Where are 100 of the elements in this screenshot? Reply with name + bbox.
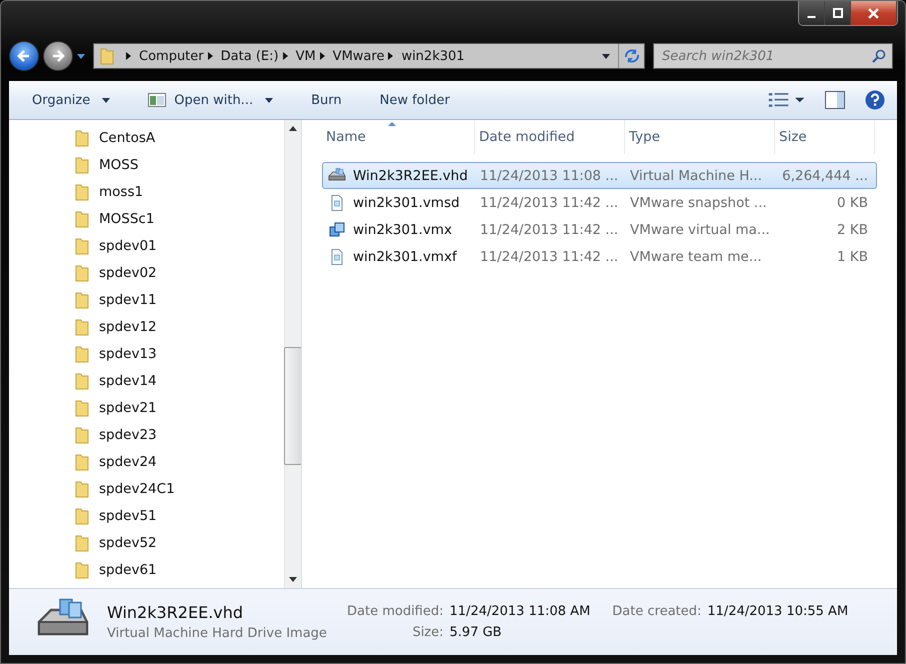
toolbar-button[interactable]: Open with... bbox=[137, 86, 284, 114]
folder-item[interactable]: spdev61 bbox=[75, 556, 284, 583]
folder-name[interactable]: spdev14 bbox=[99, 372, 157, 388]
folder-item[interactable]: spdev51 bbox=[75, 502, 284, 529]
folder-item[interactable]: MOSS bbox=[75, 151, 284, 178]
folder-name[interactable]: spdev11 bbox=[99, 292, 157, 308]
arrow-left-icon bbox=[16, 48, 32, 64]
folder-name[interactable]: spdev21 bbox=[99, 400, 157, 416]
folder-icon bbox=[75, 290, 89, 308]
search-field[interactable]: Search win2k301 bbox=[653, 43, 893, 69]
folder-item[interactable]: moss1 bbox=[75, 178, 284, 205]
minimize-button[interactable] bbox=[799, 1, 825, 25]
folder-item[interactable]: spdev21 bbox=[75, 394, 284, 421]
chevron-icon[interactable] bbox=[320, 52, 325, 60]
folder-icon bbox=[75, 480, 89, 498]
folder-item[interactable]: spdev14 bbox=[75, 367, 284, 394]
folder-name[interactable]: MOSS bbox=[99, 156, 138, 172]
scroll-down-icon[interactable] bbox=[289, 577, 297, 582]
scroll-thumb[interactable] bbox=[284, 347, 301, 465]
address-bar[interactable]: Computer Data (E:) VM VMware win2k301 bbox=[93, 43, 645, 69]
field-value: 5.97 GB bbox=[450, 625, 503, 640]
folder-icon bbox=[75, 398, 89, 416]
hard-drive-icon bbox=[327, 168, 347, 184]
folder-icon bbox=[75, 318, 89, 336]
folder-item[interactable]: spdev11 bbox=[75, 286, 284, 313]
folder-name[interactable]: MOSSc1 bbox=[99, 210, 154, 226]
folder-name[interactable]: spdev52 bbox=[99, 534, 157, 550]
scrollbar[interactable] bbox=[284, 120, 301, 588]
folder-name[interactable]: spdev02 bbox=[99, 264, 157, 280]
folder-name[interactable]: spdev61 bbox=[99, 562, 157, 578]
column-header[interactable]: Name bbox=[322, 120, 475, 154]
refresh-icon bbox=[624, 48, 640, 64]
folder-item[interactable]: spdev02 bbox=[75, 259, 284, 286]
folder-name[interactable]: spdev51 bbox=[99, 508, 157, 524]
folder-name[interactable]: spdev24C1 bbox=[99, 480, 175, 496]
scroll-up-icon[interactable] bbox=[289, 126, 297, 131]
file-row[interactable]: win2k301.vmsd 11/24/2013 11:42 ... VMware snapshot ... 0 KB bbox=[322, 189, 877, 216]
folder-name[interactable]: spdev01 bbox=[99, 238, 157, 254]
file-row[interactable]: win2k301.vmx 11/24/2013 11:42 ... VMware virtual ma... 2 KB bbox=[322, 216, 877, 243]
back-button[interactable] bbox=[9, 41, 39, 71]
chevron-icon[interactable] bbox=[388, 52, 394, 60]
file-name: win2k301.vmxf bbox=[353, 248, 457, 264]
breadcrumb[interactable]: win2k301 bbox=[401, 48, 465, 64]
folder-icon bbox=[75, 344, 89, 362]
table-cell-text: 0 KB bbox=[836, 194, 869, 210]
toolbar-button[interactable]: Burn bbox=[300, 86, 353, 114]
folder-name[interactable]: spdev12 bbox=[99, 318, 157, 334]
file-name: win2k301.vmsd bbox=[353, 194, 460, 210]
search-icon bbox=[872, 49, 886, 63]
file-row[interactable]: Win2k3R2EE.vhd 11/24/2013 11:08 ... Virtual Machine H... 6,264,444 ... bbox=[322, 162, 877, 189]
folder-icon bbox=[75, 426, 89, 444]
toolbar-button[interactable]: New folder bbox=[368, 86, 461, 114]
folder-item[interactable]: spdev52 bbox=[75, 529, 284, 556]
folder-name[interactable]: spdev23 bbox=[99, 426, 157, 442]
dropdown-icon[interactable] bbox=[602, 54, 610, 58]
folder-icon bbox=[75, 506, 89, 524]
breadcrumb[interactable]: Data (E:) bbox=[220, 48, 279, 64]
folder-icon bbox=[75, 156, 89, 174]
folder-item[interactable]: spdev01 bbox=[75, 232, 284, 259]
maximize-button[interactable] bbox=[825, 1, 851, 25]
table-cell-text: VMware snapshot ... bbox=[629, 194, 768, 210]
folder-item[interactable]: spdev23 bbox=[75, 421, 284, 448]
folder-item[interactable]: spdev12 bbox=[75, 313, 284, 340]
overlapping-squares-icon bbox=[327, 222, 347, 238]
folder-item[interactable]: spdev13 bbox=[75, 340, 284, 367]
chevron-icon[interactable] bbox=[282, 52, 288, 60]
file-row[interactable]: win2k301.vmxf 11/24/2013 11:42 ... VMware team me... 1 KB bbox=[322, 243, 877, 270]
folder-name[interactable]: CentosA bbox=[99, 130, 156, 146]
caret-icon[interactable] bbox=[77, 54, 85, 58]
column-header[interactable]: Date modified bbox=[475, 120, 625, 154]
breadcrumb[interactable]: Computer bbox=[139, 48, 204, 64]
table-cell-text: Virtual Machine H... bbox=[629, 168, 763, 184]
chevron-icon[interactable] bbox=[126, 52, 131, 60]
folder-name[interactable]: spdev24 bbox=[99, 454, 157, 470]
forward-button[interactable] bbox=[43, 41, 73, 71]
folder-item[interactable]: spdev24C1 bbox=[75, 475, 284, 502]
field-value: 11/24/2013 10:55 AM bbox=[707, 604, 848, 619]
folder-icon bbox=[75, 372, 89, 390]
folder-icon bbox=[75, 534, 89, 552]
column-header[interactable]: Size bbox=[775, 120, 875, 154]
file-type: Virtual Machine Hard Drive Image bbox=[107, 626, 328, 641]
table-cell-text: 1 KB bbox=[836, 248, 869, 264]
folder-name[interactable]: moss1 bbox=[99, 184, 144, 200]
table-cell-text: 11/24/2013 11:42 ... bbox=[479, 248, 620, 264]
close-button[interactable] bbox=[851, 1, 897, 25]
close-icon bbox=[868, 8, 879, 18]
breadcrumb[interactable]: VM bbox=[296, 48, 316, 64]
table-cell-text: 11/24/2013 11:08 ... bbox=[479, 168, 620, 184]
folder-name[interactable]: spdev13 bbox=[99, 346, 157, 362]
folder-item[interactable]: spdev24 bbox=[75, 448, 284, 475]
chevron-icon[interactable] bbox=[208, 52, 213, 60]
folder-icon bbox=[75, 560, 89, 578]
folder-icon bbox=[75, 128, 89, 146]
folder-item[interactable]: CentosA bbox=[75, 124, 284, 151]
arrow-right-icon bbox=[50, 48, 66, 64]
column-header[interactable]: Type bbox=[625, 120, 775, 154]
breadcrumb[interactable]: VMware bbox=[332, 48, 384, 64]
folder-icon bbox=[75, 236, 89, 254]
toolbar-button[interactable]: Organize bbox=[21, 86, 122, 114]
folder-item[interactable]: MOSSc1 bbox=[75, 205, 284, 232]
